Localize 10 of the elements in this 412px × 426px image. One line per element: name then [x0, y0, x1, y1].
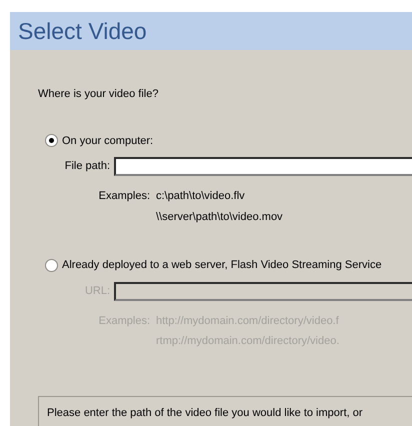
hint-text: Please enter the path of the video file you would like to import, or — [47, 406, 364, 420]
dialog-title: Select Video — [18, 17, 148, 46]
input-field[interactable] — [114, 157, 412, 176]
question-text: Where is your video file? — [38, 87, 160, 102]
radio-button[interactable] — [45, 134, 58, 148]
option-label[interactable]: On your computer: — [62, 132, 154, 149]
examples-label: Examples: — [98, 189, 151, 204]
field-label: File path: — [64, 159, 111, 174]
example-path: c:\path\to\video.flv — [156, 189, 246, 204]
example-path: \\server\path\to\video.mov — [156, 210, 283, 224]
